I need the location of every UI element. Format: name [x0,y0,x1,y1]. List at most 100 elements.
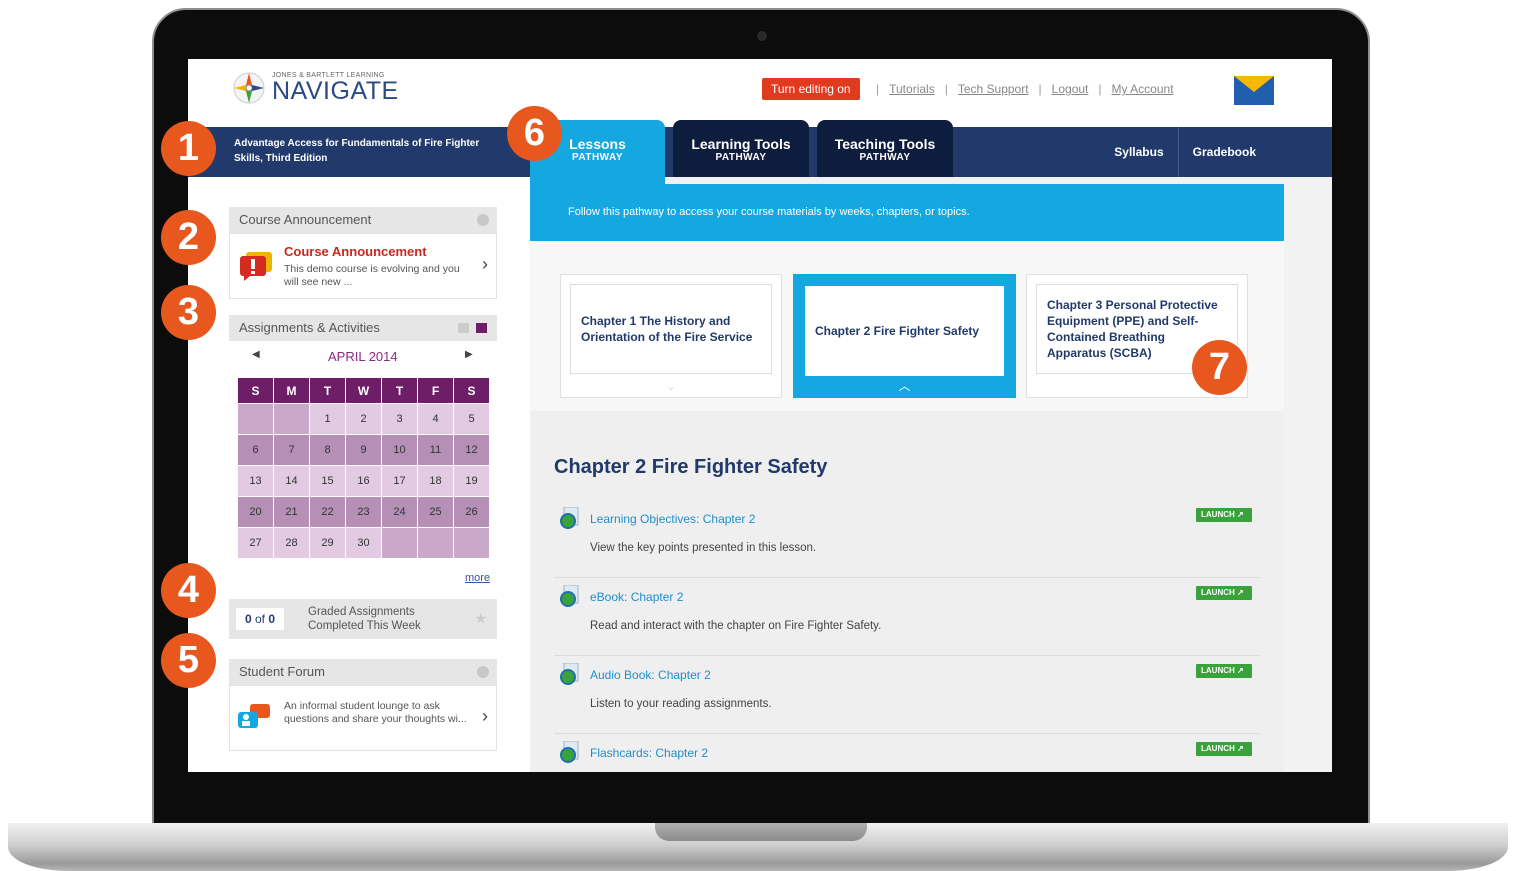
calendar-day[interactable]: 24 [382,497,417,527]
calendar-day[interactable]: 15 [310,466,345,496]
resource-title-link[interactable]: Audio Book: Chapter 2 [590,668,711,682]
calendar-day[interactable]: 3 [382,404,417,434]
my-account-link[interactable]: My Account [1112,82,1174,96]
resource-description: Read and interact with the chapter on Fi… [590,620,882,632]
forum-item[interactable]: An informal student lounge to ask questi… [229,685,497,751]
top-bar: JONES & BARTLETT LEARNING NAVIGATE Turn … [188,59,1332,127]
calendar-day[interactable]: 18 [418,466,453,496]
calendar-day[interactable]: 22 [310,497,345,527]
nav-right-links: Syllabus Gradebook [1100,127,1270,177]
resource-row: eBook: Chapter 2 Read and interact with t… [554,578,1260,656]
chapter-card-title: Chapter 1 The History and Orientation of… [570,284,772,374]
announcement-item[interactable]: Course Announcement This demo course is … [229,233,497,299]
weekday-header: F [418,378,453,403]
course-title: Advantage Access for Fundamentals of Fir… [234,138,480,164]
calendar-day[interactable]: 26 [454,497,489,527]
callout-badge-3: 3 [161,285,216,340]
calendar-day[interactable]: 20 [238,497,273,527]
launch-label: LAUNCH [1201,744,1235,753]
weekday-header: W [346,378,381,403]
resource-title-link[interactable]: eBook: Chapter 2 [590,590,683,604]
launch-label: LAUNCH [1201,510,1235,519]
list-view-icon[interactable] [458,323,469,333]
calendar-day[interactable]: 9 [346,435,381,465]
next-month-icon[interactable]: ▶ [465,349,473,360]
calendar-day[interactable]: 23 [346,497,381,527]
chevron-right-icon[interactable]: › [482,254,488,275]
calendar-day[interactable]: 10 [382,435,417,465]
logout-link[interactable]: Logout [1052,82,1089,96]
calendar-empty-cell [382,528,417,558]
tech-support-link[interactable]: Tech Support [958,82,1029,96]
calendar-day[interactable]: 7 [274,435,309,465]
calendar-day[interactable]: 21 [274,497,309,527]
tab-teaching-tools-pathway[interactable]: Teaching Tools PATHWAY [817,120,953,177]
calendar-day[interactable]: 30 [346,528,381,558]
panel-title: Assignments & Activities [239,320,380,335]
resource-title-link[interactable]: Flashcards: Chapter 2 [590,746,708,760]
chevron-right-icon[interactable]: › [482,706,488,727]
calendar-day[interactable]: 12 [454,435,489,465]
graded-line2: Completed This Week [308,620,421,632]
forum-chat-icon [238,704,270,728]
star-icon[interactable]: ★ [474,610,487,627]
turn-editing-on-button[interactable]: Turn editing on [762,78,860,100]
graded-text: Graded Assignments Completed This Week [308,605,421,633]
chapter-card-1[interactable]: Chapter 1 The History and Orientation of… [560,274,782,398]
top-links: | Tutorials | Tech Support | Logout | My… [876,82,1174,96]
tab-learning-tools-pathway[interactable]: Learning Tools PATHWAY [673,120,809,177]
calendar-day[interactable]: 4 [418,404,453,434]
gradebook-link[interactable]: Gradebook [1179,145,1270,159]
calendar-empty-cell [418,528,453,558]
announcement-text: This demo course is evolving and you wil… [284,263,460,288]
chevron-up-icon: ︿ [898,379,911,393]
prev-month-icon[interactable]: ◀ [252,349,260,360]
calendar-day[interactable]: 19 [454,466,489,496]
resource-title-link[interactable]: Learning Objectives: Chapter 2 [590,512,755,526]
navigate-logo[interactable]: JONES & BARTLETT LEARNING NAVIGATE [232,71,399,105]
mail-icon[interactable] [1234,76,1274,105]
calendar-day[interactable]: 6 [238,435,273,465]
calendar-day[interactable]: 11 [418,435,453,465]
graded-of: of [254,612,265,626]
calendar-day[interactable]: 28 [274,528,309,558]
calendar-day[interactable]: 29 [310,528,345,558]
callout-badge-1: 1 [161,121,216,176]
launch-button[interactable]: LAUNCH ↗ [1196,664,1252,678]
document-globe-icon [560,663,579,685]
document-globe-icon [560,585,579,607]
calendar-day[interactable]: 14 [274,466,309,496]
calendar-day[interactable]: 8 [310,435,345,465]
announcement-panel-header: Course Announcement [229,207,497,233]
chevron-down-icon: ⌄ [665,379,677,393]
collapse-icon[interactable] [477,666,489,678]
tutorials-link[interactable]: Tutorials [889,82,935,96]
launch-button[interactable]: LAUNCH ↗ [1196,508,1252,522]
graded-assignments-widget: 0 of 0 Graded Assignments Completed This… [229,599,497,639]
more-link[interactable]: more [465,572,490,584]
calendar-day[interactable]: 25 [418,497,453,527]
assignments-panel-header: Assignments & Activities [229,315,497,341]
launch-button[interactable]: LAUNCH ↗ [1196,742,1252,756]
tab-label: Teaching Tools [834,136,936,152]
launch-label: LAUNCH [1201,588,1235,597]
screen: JONES & BARTLETT LEARNING NAVIGATE Turn … [161,59,1332,772]
calendar-day[interactable]: 2 [346,404,381,434]
calendar-day[interactable]: 16 [346,466,381,496]
announcement-alert-icon [240,252,272,281]
document-globe-icon [560,507,579,529]
calendar-day[interactable]: 27 [238,528,273,558]
calendar-day[interactable]: 5 [454,404,489,434]
launch-button[interactable]: LAUNCH ↗ [1196,586,1252,600]
calendar-empty-cell [454,528,489,558]
chapter-card-2[interactable]: Chapter 2 Fire Fighter Safety ︿ [793,274,1016,398]
collapse-icon[interactable] [477,214,489,226]
calendar-day[interactable]: 1 [310,404,345,434]
grid-view-icon[interactable] [476,323,487,333]
calendar-day[interactable]: 17 [382,466,417,496]
calendar-empty-cell [238,404,273,434]
syllabus-link[interactable]: Syllabus [1100,145,1177,159]
calendar-day[interactable]: 13 [238,466,273,496]
external-link-icon: ↗ [1237,744,1244,753]
resource-description: View the key points presented in this le… [590,542,817,554]
